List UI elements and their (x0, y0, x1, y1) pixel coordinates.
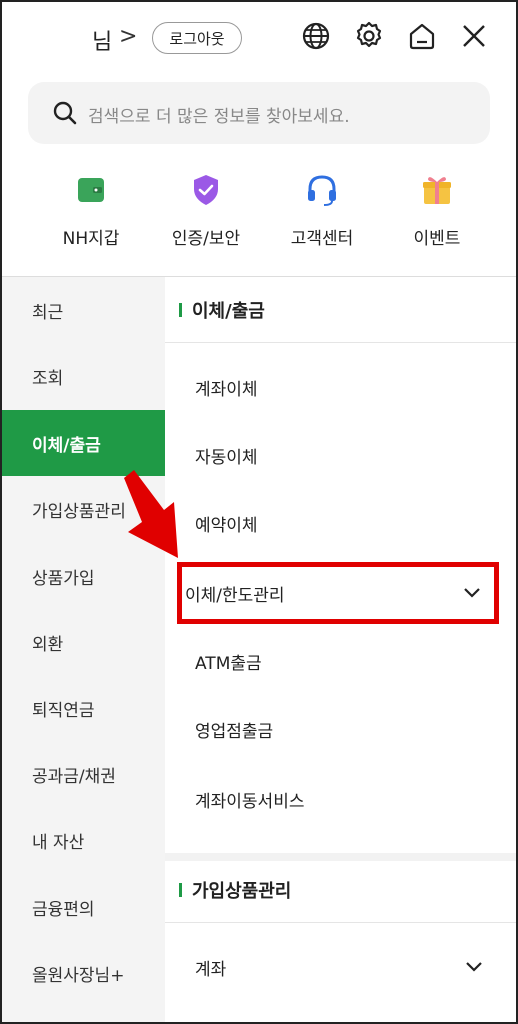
section-title: 이체/출금 (192, 300, 265, 322)
settings-icon[interactable] (353, 20, 385, 52)
quick-menu-label: 이벤트 (413, 229, 461, 249)
quick-menu-customer-center[interactable]: 고객센터 (267, 172, 377, 249)
nav-item-my-assets[interactable]: 내 자산 (0, 807, 165, 873)
user-chevron-icon[interactable]: > (119, 24, 137, 49)
nav-item-inquiry[interactable]: 조회 (0, 343, 165, 409)
submenu-auto-transfer[interactable]: 자동이체 (195, 443, 258, 468)
submenu-panel: 이체/출금 계좌이체 자동이체 예약이체 이체/한도관리 ATM출금 영업점출금… (165, 277, 518, 1024)
nav-item-utility-bonds[interactable]: 공과금/채권 (0, 741, 165, 807)
top-bar: 님 > 로그아웃 (0, 0, 518, 76)
red-arrow-icon (124, 470, 178, 558)
nav-item-pension[interactable]: 퇴직연금 (0, 675, 165, 741)
section-accent-bar (179, 302, 182, 317)
quick-menu-label: 고객센터 (290, 229, 354, 249)
search-placeholder: 검색으로 더 많은 정보를 찾아보세요. (88, 107, 350, 127)
nav-item-transfer[interactable]: 이체/출금 (0, 410, 165, 476)
submenu-atm-withdrawal[interactable]: ATM출금 (195, 649, 262, 674)
section-header-product-management: 가입상품관리 (165, 857, 518, 923)
chevron-down-icon[interactable] (465, 961, 483, 973)
close-icon[interactable] (458, 20, 490, 52)
quick-menu-security[interactable]: 인증/보안 (151, 172, 261, 249)
left-nav: 최근 조회 이체/출금 가입상품관리 상품가입 외환 퇴직연금 공과금/채권 내… (0, 277, 165, 1024)
wallet-icon (78, 178, 104, 202)
search-bar[interactable]: 검색으로 더 많은 정보를 찾아보세요. (28, 82, 490, 144)
section-title: 가입상품관리 (192, 880, 292, 902)
home-icon[interactable] (406, 20, 438, 52)
quick-menu-event[interactable]: 이벤트 (382, 172, 492, 249)
submenu-account[interactable]: 계좌 (195, 955, 226, 980)
submenu-account-switch[interactable]: 계좌이동서비스 (195, 787, 304, 812)
nav-item-financial-convenience[interactable]: 금융편의 (0, 874, 165, 940)
user-name[interactable]: 님 (92, 24, 112, 56)
search-icon (53, 101, 77, 125)
shield-check-icon (194, 175, 218, 205)
section-accent-bar (179, 882, 182, 897)
submenu-scheduled-transfer[interactable]: 예약이체 (195, 511, 258, 536)
nav-item-recent[interactable]: 최근 (0, 277, 165, 343)
submenu-branch-withdrawal[interactable]: 영업점출금 (195, 717, 273, 742)
nav-item-foreign-exchange[interactable]: 외환 (0, 609, 165, 675)
logout-button[interactable]: 로그아웃 (152, 22, 242, 54)
quick-menu-label: 인증/보안 (171, 229, 241, 249)
highlight-box (177, 562, 499, 624)
submenu-account-transfer[interactable]: 계좌이체 (195, 375, 258, 400)
quick-menu-label: NH지갑 (62, 229, 120, 249)
globe-icon[interactable] (300, 20, 332, 52)
nav-item-allone-boss[interactable]: 올원사장님+ (0, 940, 165, 1006)
section-header-transfer: 이체/출금 (165, 277, 518, 343)
gift-icon (423, 177, 451, 204)
quick-menu-wallet[interactable]: NH지갑 (36, 172, 146, 249)
headset-icon (308, 175, 336, 206)
